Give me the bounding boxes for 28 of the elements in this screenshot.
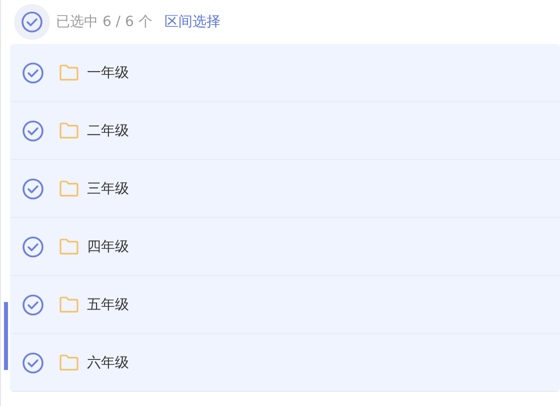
check-circle-icon[interactable]	[22, 294, 44, 316]
grade-label: 五年级	[87, 296, 129, 314]
folder-icon	[59, 238, 79, 255]
grade-label: 三年级	[87, 180, 129, 198]
check-circle-icon[interactable]	[22, 178, 44, 200]
folder-icon	[59, 296, 79, 313]
check-circle-icon[interactable]	[22, 236, 44, 258]
grade-label: 四年级	[87, 238, 129, 256]
grade-label: 六年级	[87, 354, 129, 372]
folder-icon	[59, 354, 79, 371]
grade-label: 二年级	[87, 122, 129, 140]
list-item[interactable]: 六年级	[10, 334, 560, 392]
list-item[interactable]: 四年级	[10, 218, 560, 276]
list-item[interactable]: 二年级	[10, 102, 560, 160]
check-circle-icon[interactable]	[22, 352, 44, 374]
check-circle-icon[interactable]	[22, 62, 44, 84]
folder-icon	[59, 180, 79, 197]
grade-label: 一年级	[87, 64, 129, 82]
folder-icon	[59, 64, 79, 81]
range-select-link[interactable]: 区间选择	[164, 13, 220, 31]
check-circle-icon[interactable]	[22, 120, 44, 142]
check-circle-icon[interactable]	[21, 11, 43, 33]
list-item[interactable]: 五年级	[10, 276, 560, 334]
selection-count: 已选中 6 / 6 个	[56, 13, 152, 31]
list-item[interactable]: 一年级	[10, 44, 560, 102]
folder-icon	[59, 122, 79, 139]
side-indicator	[4, 302, 8, 370]
list-item[interactable]: 三年级	[10, 160, 560, 218]
